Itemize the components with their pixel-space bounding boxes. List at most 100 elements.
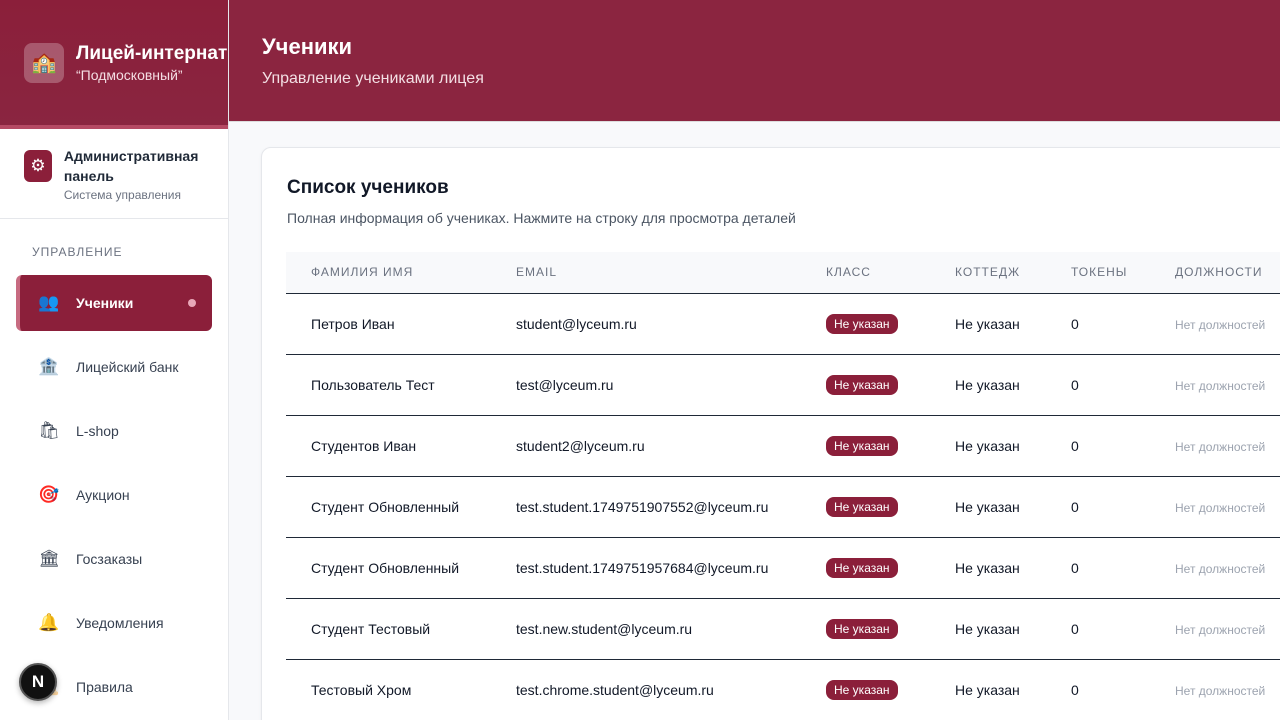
sidebar-item-label: Госзаказы	[76, 551, 143, 567]
class-badge: Не указан	[826, 679, 898, 700]
sidebar-item-notifications[interactable]: 🔔 Уведомления	[16, 595, 212, 651]
class-badge: Не указан	[826, 496, 898, 517]
cell-positions: Нет должностей	[1150, 293, 1280, 355]
cell-class: Не указан	[801, 598, 930, 660]
page-subtitle: Управление учениками лицея	[262, 70, 484, 87]
cell-email: test.student.1749751957684@lyceum.ru	[491, 537, 801, 599]
admin-subtitle: Система управления	[63, 187, 181, 202]
cell-email: test.new.student@lyceum.ru	[491, 598, 801, 660]
cell-positions: Нет должностей	[1150, 598, 1280, 660]
students-table: ФАМИЛИЯ ИМЯ EMAIL КЛАСС КОТТЕДЖ ТОКЕНЫ Д…	[286, 252, 1280, 720]
column-header-name[interactable]: ФАМИЛИЯ ИМЯ	[286, 252, 491, 294]
users-icon: 👥	[38, 293, 60, 312]
positions-text: Нет должностей	[1175, 622, 1266, 637]
positions-text: Нет должностей	[1175, 317, 1266, 332]
cell-cottage: Не указан	[930, 415, 1046, 477]
positions-text: Нет должностей	[1175, 378, 1266, 393]
table-header-row: ФАМИЛИЯ ИМЯ EMAIL КЛАСС КОТТЕДЖ ТОКЕНЫ Д…	[286, 252, 1280, 294]
table-row[interactable]: Пользователь Тест test@lyceum.ru Не указ…	[286, 354, 1280, 416]
gear-icon: ⚙	[24, 149, 52, 182]
class-badge: Не указан	[826, 618, 898, 639]
sidebar-item-label: Правила	[76, 679, 133, 695]
cell-tokens: 0	[1046, 293, 1150, 355]
table-row[interactable]: Студент Тестовый test.new.student@lyceum…	[286, 598, 1280, 660]
cell-name: Тестовый Хром	[286, 659, 491, 720]
positions-text: Нет должностей	[1175, 561, 1266, 576]
cell-class: Не указан	[801, 415, 930, 477]
class-badge: Не указан	[826, 557, 898, 578]
column-header-cottage[interactable]: КОТТЕДЖ	[930, 252, 1046, 294]
table-row[interactable]: Студентов Иван student2@lyceum.ru Не ука…	[286, 415, 1280, 477]
cell-name: Студент Тестовый	[286, 598, 491, 660]
cell-tokens: 0	[1046, 598, 1150, 660]
admin-panel-info: ⚙ Административная панель Система управл…	[0, 129, 228, 219]
sidebar-item-label: L-shop	[76, 423, 119, 439]
sidebar-item-label: Аукцион	[76, 487, 130, 503]
brand-title: Лицей-интернат	[76, 43, 228, 64]
cell-class: Не указан	[801, 354, 930, 416]
table-row[interactable]: Студент Обновленный test.student.1749751…	[286, 476, 1280, 538]
positions-text: Нет должностей	[1175, 683, 1266, 698]
sidebar-item-label: Ученики	[76, 295, 134, 311]
column-header-class[interactable]: КЛАСС	[801, 252, 930, 294]
cell-email: test.student.1749751907552@lyceum.ru	[491, 476, 801, 538]
cell-tokens: 0	[1046, 659, 1150, 720]
cell-tokens: 0	[1046, 537, 1150, 599]
brand-header: 🏫 Лицей-интернат “Подмосковный”	[0, 0, 228, 129]
cell-positions: Нет должностей	[1150, 537, 1280, 599]
cell-positions: Нет должностей	[1150, 415, 1280, 477]
cell-class: Не указан	[801, 537, 930, 599]
cell-email: test.chrome.student@lyceum.ru	[491, 659, 801, 720]
cell-cottage: Не указан	[930, 598, 1046, 660]
cell-email: student@lyceum.ru	[491, 293, 801, 355]
sidebar: 🏫 Лицей-интернат “Подмосковный” ⚙ Админи…	[0, 0, 229, 720]
column-header-positions[interactable]: ДОЛЖНОСТИ	[1150, 252, 1280, 294]
page-title: Ученики	[262, 34, 353, 59]
cell-class: Не указан	[801, 476, 930, 538]
cell-cottage: Не указан	[930, 354, 1046, 416]
cell-name: Студент Обновленный	[286, 476, 491, 538]
cell-cottage: Не указан	[930, 476, 1046, 538]
table-row[interactable]: Петров Иван student@lyceum.ru Не указан …	[286, 293, 1280, 355]
sidebar-item-shop[interactable]: 🛍 L-shop	[16, 403, 212, 459]
sidebar-item-bank[interactable]: 🏦 Лицейский банк	[16, 339, 212, 395]
class-badge: Не указан	[826, 374, 898, 395]
nav-section-label: УПРАВЛЕНИЕ	[32, 245, 123, 259]
page-header: Ученики Управление учениками лицея	[229, 0, 1280, 122]
bell-icon: 🔔	[38, 613, 60, 632]
cell-name: Студент Обновленный	[286, 537, 491, 599]
cell-email: test@lyceum.ru	[491, 354, 801, 416]
sidebar-item-label: Лицейский банк	[76, 359, 179, 375]
cell-positions: Нет должностей	[1150, 354, 1280, 416]
nextjs-dev-badge[interactable]: N	[19, 663, 57, 701]
cell-tokens: 0	[1046, 415, 1150, 477]
card-title: Список учеников	[287, 177, 449, 198]
school-icon: 🏫	[24, 42, 64, 83]
cell-tokens: 0	[1046, 476, 1150, 538]
brand-subtitle: “Подмосковный”	[76, 67, 183, 83]
sidebar-nav: 👥 Ученики 🏦 Лицейский банк 🛍 L-shop 🎯 Ау…	[0, 275, 228, 715]
cell-name: Пользователь Тест	[286, 354, 491, 416]
sidebar-item-gov-orders[interactable]: 🏛 Госзаказы	[16, 531, 212, 587]
admin-title: Административная панель	[63, 147, 199, 184]
class-badge: Не указан	[826, 313, 898, 334]
government-building-icon: 🏛	[38, 549, 60, 568]
active-indicator-dot	[188, 299, 196, 307]
bank-icon: 🏦	[38, 357, 60, 376]
cell-cottage: Не указан	[930, 659, 1046, 720]
cell-email: student2@lyceum.ru	[491, 415, 801, 477]
table-row[interactable]: Тестовый Хром test.chrome.student@lyceum…	[286, 659, 1280, 720]
column-header-tokens[interactable]: ТОКЕНЫ	[1046, 252, 1150, 294]
cell-cottage: Не указан	[930, 537, 1046, 599]
cell-name: Студентов Иван	[286, 415, 491, 477]
table-row[interactable]: Студент Обновленный test.student.1749751…	[286, 537, 1280, 599]
students-card: Список учеников Полная информация об уче…	[261, 147, 1280, 720]
cell-tokens: 0	[1046, 354, 1150, 416]
cell-positions: Нет должностей	[1150, 659, 1280, 720]
positions-text: Нет должностей	[1175, 439, 1266, 454]
target-icon: 🎯	[38, 485, 60, 504]
sidebar-item-auction[interactable]: 🎯 Аукцион	[16, 467, 212, 523]
sidebar-item-students[interactable]: 👥 Ученики	[16, 275, 212, 331]
column-header-email[interactable]: EMAIL	[491, 252, 801, 294]
cell-class: Не указан	[801, 293, 930, 355]
